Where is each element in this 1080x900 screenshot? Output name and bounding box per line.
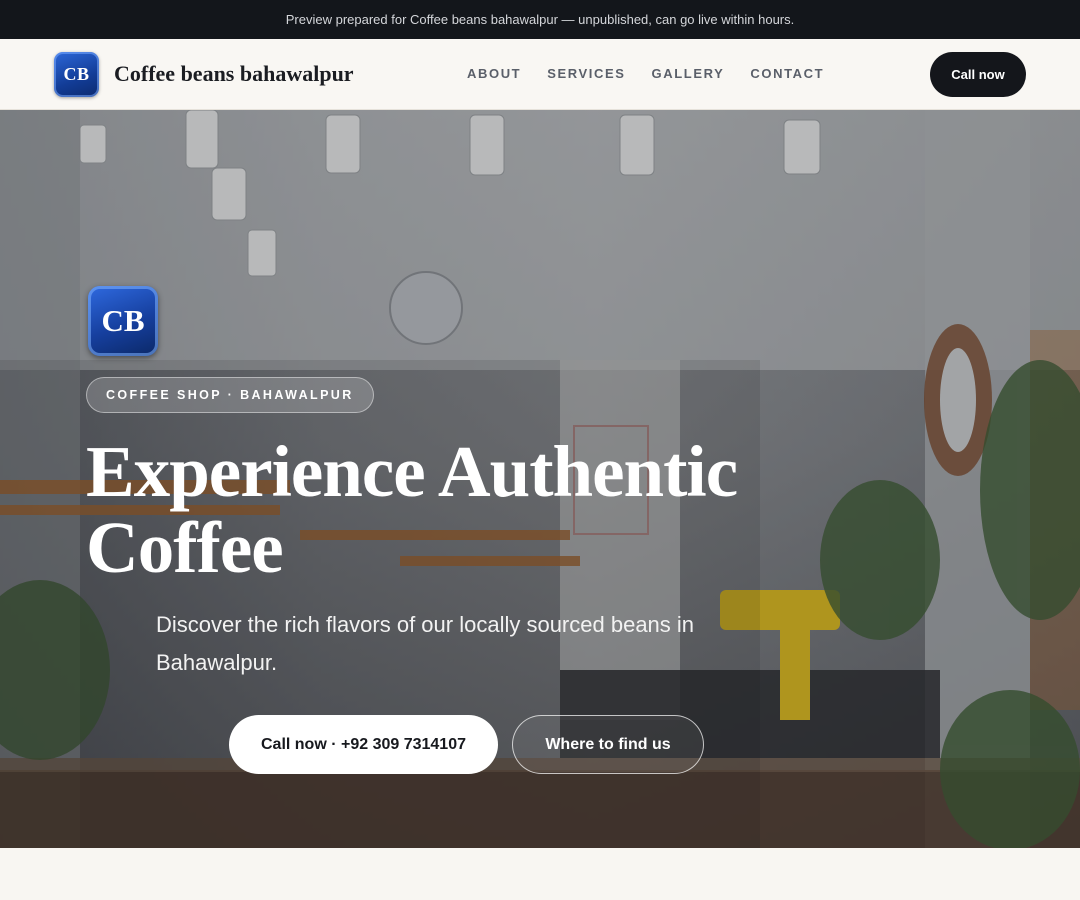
call-now-button[interactable]: Call now — [930, 52, 1026, 97]
hero-subtitle: Discover the rich flavors of our locally… — [156, 612, 695, 675]
hero-section: CB COFFEE SHOP · BAHAWALPUR Experience A… — [0, 110, 1080, 848]
nav-link-services[interactable]: SERVICES — [547, 66, 625, 81]
find-us-button[interactable]: Where to find us — [512, 715, 704, 774]
preview-banner: Preview prepared for Coffee beans bahawa… — [0, 0, 1080, 39]
main-nav: ABOUT SERVICES GALLERY CONTACT — [467, 66, 850, 81]
brand-logo[interactable]: CB — [54, 52, 99, 97]
hero-headline-line-2: Coffee — [86, 507, 284, 588]
hero-headline-line-1: Experience Authentic — [86, 431, 738, 512]
nav-link-gallery[interactable]: GALLERY — [652, 66, 725, 81]
next-section — [0, 848, 1080, 900]
hero-logo: CB — [88, 286, 158, 356]
site-header: CB Coffee beans bahawalpur ABOUT SERVICE… — [0, 39, 1080, 110]
preview-banner-text: Preview prepared for Coffee beans bahawa… — [285, 12, 795, 27]
nav-link-about[interactable]: ABOUT — [467, 66, 521, 81]
call-phone-button[interactable]: Call now · +92 309 7314107 — [229, 715, 498, 774]
nav-link-contact[interactable]: CONTACT — [750, 66, 824, 81]
hero-headline: Experience Authentic Coffee — [86, 434, 786, 586]
category-pill: COFFEE SHOP · BAHAWALPUR — [86, 377, 374, 413]
brand-name[interactable]: Coffee beans bahawalpur — [114, 61, 354, 87]
